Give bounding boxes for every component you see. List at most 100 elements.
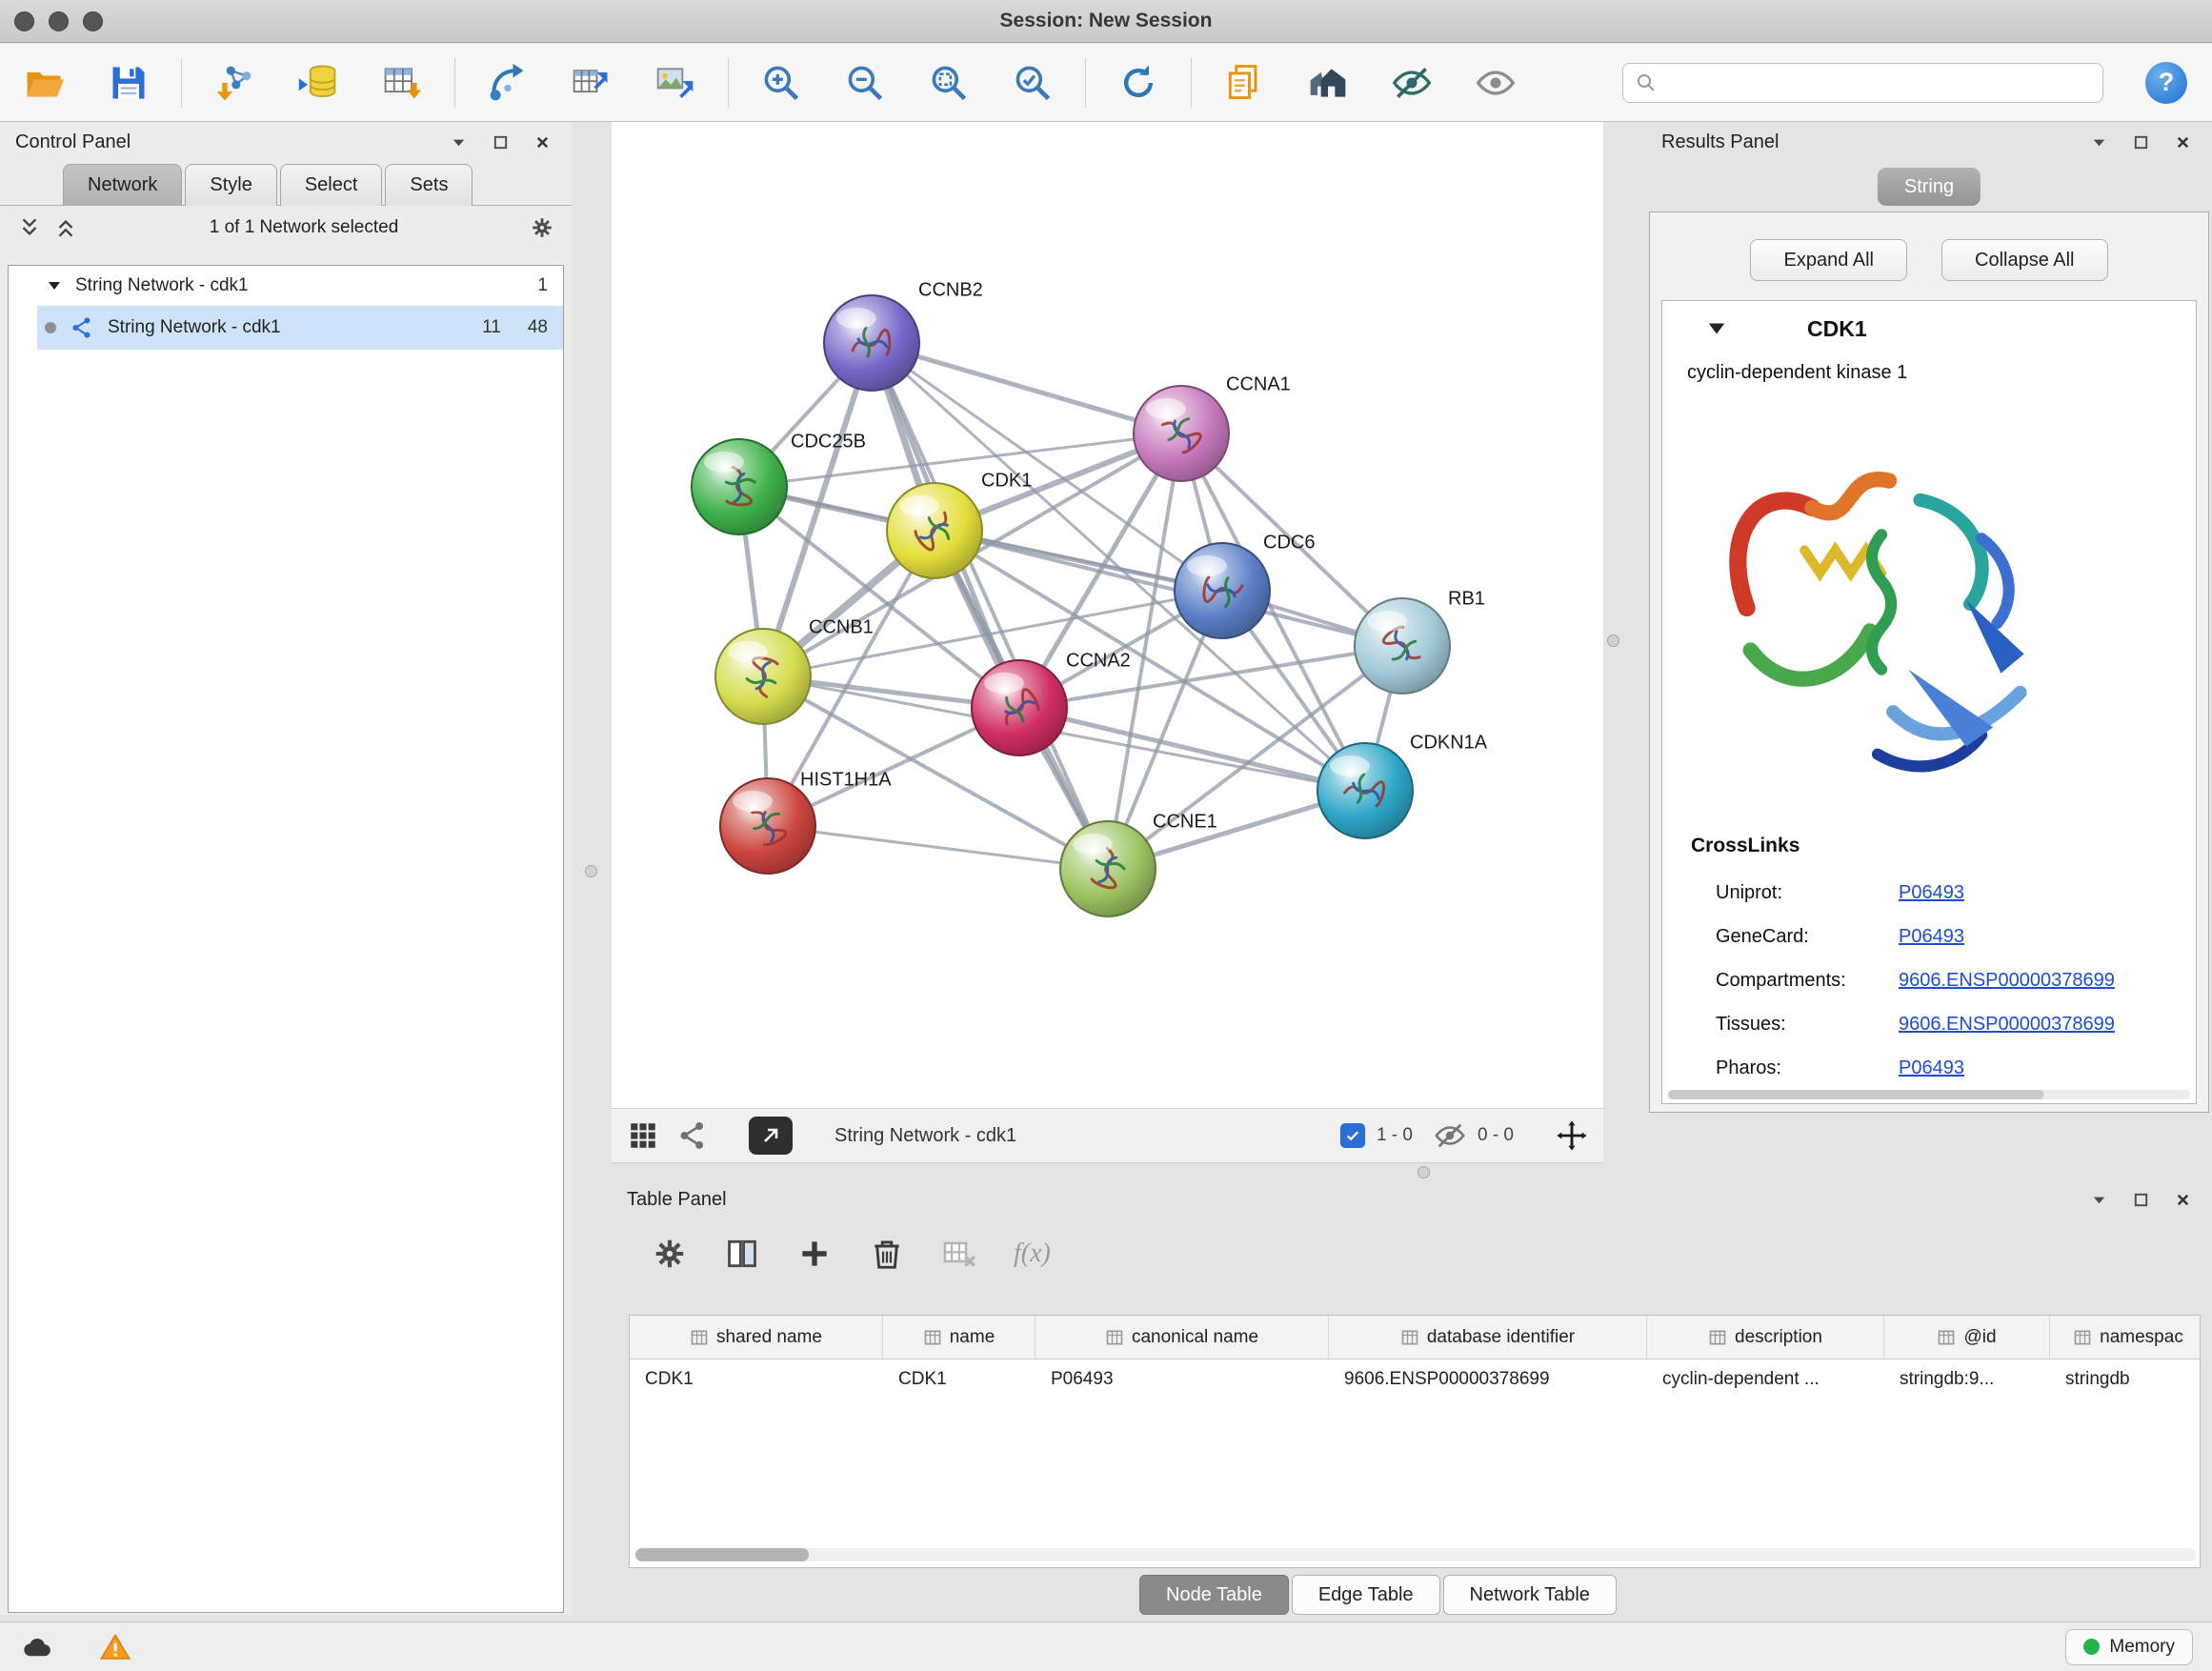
show-eye-button[interactable] — [1468, 51, 1523, 114]
refresh-layout-button[interactable] — [1111, 51, 1166, 114]
table-cell[interactable]: CDK1 — [630, 1359, 883, 1399]
help-button[interactable]: ? — [2145, 62, 2187, 104]
minimize-window-button[interactable] — [49, 11, 69, 31]
table-cell[interactable]: P06493 — [1036, 1359, 1329, 1399]
search-box[interactable] — [1622, 63, 2103, 103]
table-cell[interactable]: 9606.ENSP00000378699 — [1329, 1359, 1647, 1399]
tab-string[interactable]: String — [1878, 168, 1981, 206]
panel-menu-icon[interactable] — [2084, 130, 2113, 154]
network-node-CDKN1A[interactable] — [1317, 743, 1413, 838]
export-table-button[interactable] — [564, 51, 619, 114]
tab-node-table[interactable]: Node Table — [1139, 1575, 1289, 1615]
warning-icon[interactable] — [97, 1631, 133, 1663]
network-edge-CCNE1-HIST1H1A[interactable] — [768, 826, 1108, 869]
expand-all-icon[interactable] — [53, 215, 78, 240]
column-header-name[interactable]: name — [883, 1316, 1036, 1359]
cloud-icon[interactable] — [19, 1631, 55, 1663]
tab-sets[interactable]: Sets — [385, 164, 473, 206]
network-collection-row[interactable]: String Network - cdk1 1 — [9, 266, 563, 306]
network-node-CCNA2[interactable] — [972, 660, 1067, 755]
close-window-button[interactable] — [14, 11, 34, 31]
open-session-button[interactable] — [17, 51, 72, 114]
import-network-file-button[interactable] — [207, 51, 262, 114]
column-header-shared-name[interactable]: shared name — [630, 1316, 883, 1359]
float-window-icon[interactable] — [2126, 130, 2155, 154]
import-network-database-button[interactable] — [291, 51, 346, 114]
float-window-icon[interactable] — [486, 130, 514, 154]
network-node-CCNE1[interactable] — [1060, 821, 1156, 916]
table-horizontal-scrollbar[interactable] — [635, 1548, 2196, 1561]
column-header-description[interactable]: description — [1647, 1316, 1884, 1359]
network-edge-CDK1-RB1[interactable] — [935, 531, 1402, 646]
table-cell[interactable]: stringdb:9... — [1884, 1359, 2050, 1399]
results-scrollbar[interactable] — [1668, 1090, 2190, 1099]
network-node-CDC25B[interactable] — [692, 439, 787, 534]
splitter-handle-left[interactable] — [585, 865, 597, 877]
delete-column-icon[interactable] — [869, 1236, 905, 1272]
crosslink-value[interactable]: 9606.ENSP00000378699 — [1899, 970, 2115, 992]
network-canvas[interactable]: CCNB2CCNA1CDC25BCDK1CDC6RB1CCNB1CCNA2CDK… — [612, 122, 1603, 1108]
save-session-button[interactable] — [101, 51, 156, 114]
collapse-all-button[interactable]: Collapse All — [1941, 239, 2108, 281]
crosslink-value[interactable]: P06493 — [1899, 1057, 1964, 1079]
grid-view-icon[interactable] — [627, 1119, 659, 1152]
network-edge-CCNB2-CCNE1[interactable] — [872, 343, 1108, 869]
memory-button[interactable]: Memory — [2065, 1629, 2193, 1665]
function-builder-icon[interactable]: f(x) — [1014, 1238, 1051, 1269]
zoom-out-button[interactable] — [837, 51, 893, 114]
crosslink-value[interactable]: P06493 — [1899, 926, 1964, 948]
column-header--id[interactable]: @id — [1884, 1316, 2050, 1359]
table-gear-icon[interactable] — [652, 1236, 688, 1272]
selected-checkbox[interactable] — [1340, 1123, 1365, 1148]
birds-eye-icon[interactable] — [676, 1119, 709, 1152]
network-node-CCNB2[interactable] — [824, 295, 919, 391]
network-node-CCNA1[interactable] — [1134, 386, 1229, 481]
import-table-file-button[interactable] — [374, 51, 430, 114]
tab-network[interactable]: Network — [63, 164, 182, 206]
expand-all-button[interactable]: Expand All — [1750, 239, 1907, 281]
column-header-database-identifier[interactable]: database identifier — [1329, 1316, 1647, 1359]
splitter-handle-bottom[interactable] — [1418, 1166, 1430, 1178]
network-node-RB1[interactable] — [1355, 598, 1450, 694]
hide-labels-button[interactable] — [1384, 51, 1439, 114]
tab-network-table[interactable]: Network Table — [1443, 1575, 1617, 1615]
float-window-icon[interactable] — [2126, 1187, 2155, 1212]
table-cell[interactable]: stringdb — [2050, 1359, 2201, 1399]
close-panel-icon[interactable] — [2168, 130, 2197, 154]
network-node-HIST1H1A[interactable] — [720, 778, 815, 874]
tab-edge-table[interactable]: Edge Table — [1292, 1575, 1440, 1615]
zoom-fit-button[interactable] — [921, 51, 976, 114]
panel-menu-icon[interactable] — [444, 130, 473, 154]
table-cell[interactable]: CDK1 — [883, 1359, 1036, 1399]
collapse-all-icon[interactable] — [17, 215, 42, 240]
duplicate-document-button[interactable] — [1217, 51, 1272, 114]
add-column-icon[interactable] — [796, 1236, 833, 1272]
table-row[interactable]: CDK1CDK1P064939606.ENSP00000378699cyclin… — [630, 1359, 2200, 1399]
network-row-selected[interactable]: String Network - cdk1 11 48 — [37, 306, 563, 350]
export-image-button[interactable] — [648, 51, 703, 114]
close-panel-icon[interactable] — [528, 130, 556, 154]
expander-icon[interactable] — [47, 278, 62, 293]
zoom-selected-button[interactable] — [1005, 51, 1060, 114]
zoom-in-button[interactable] — [754, 51, 809, 114]
tab-select[interactable]: Select — [280, 164, 383, 206]
gear-icon[interactable] — [530, 215, 554, 240]
collapse-section-icon[interactable] — [1706, 318, 1727, 339]
zoom-window-button[interactable] — [83, 11, 103, 31]
table-cell[interactable]: cyclin-dependent ... — [1647, 1359, 1884, 1399]
home-views-button[interactable] — [1300, 51, 1356, 114]
hidden-eye-slash-icon[interactable] — [1434, 1119, 1466, 1152]
pan-crosshair-icon[interactable] — [1556, 1119, 1588, 1152]
splitter-handle-right[interactable] — [1607, 634, 1619, 647]
network-node-CCNB1[interactable] — [715, 629, 811, 724]
show-columns-icon[interactable] — [724, 1236, 760, 1272]
detach-view-button[interactable] — [749, 1117, 793, 1155]
crosslink-value[interactable]: P06493 — [1899, 882, 1964, 904]
tab-style[interactable]: Style — [185, 164, 276, 206]
crosslink-value[interactable]: 9606.ENSP00000378699 — [1899, 1014, 2115, 1036]
network-tools-button[interactable] — [480, 51, 535, 114]
network-node-CDC6[interactable] — [1175, 543, 1270, 638]
clear-table-icon[interactable] — [941, 1236, 977, 1272]
column-header-namespac[interactable]: namespac — [2050, 1316, 2201, 1359]
panel-menu-icon[interactable] — [2084, 1187, 2113, 1212]
